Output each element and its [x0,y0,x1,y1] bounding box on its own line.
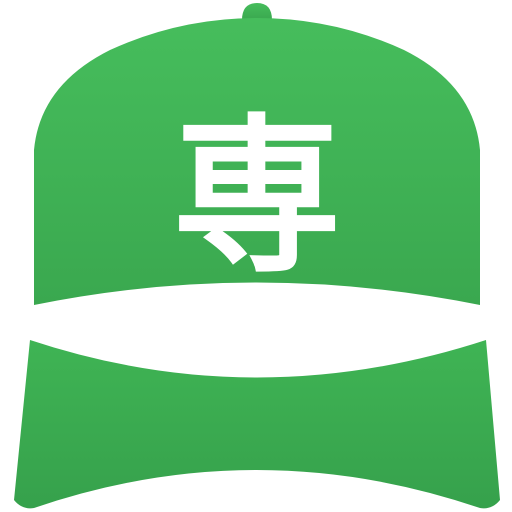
cap-button [242,3,272,20]
baseball-cap-icon: 専 [14,3,500,509]
cap-visor [14,340,500,509]
cap-icon-stage: 専 [0,0,512,512]
cap-label-text: 専 [173,99,341,295]
